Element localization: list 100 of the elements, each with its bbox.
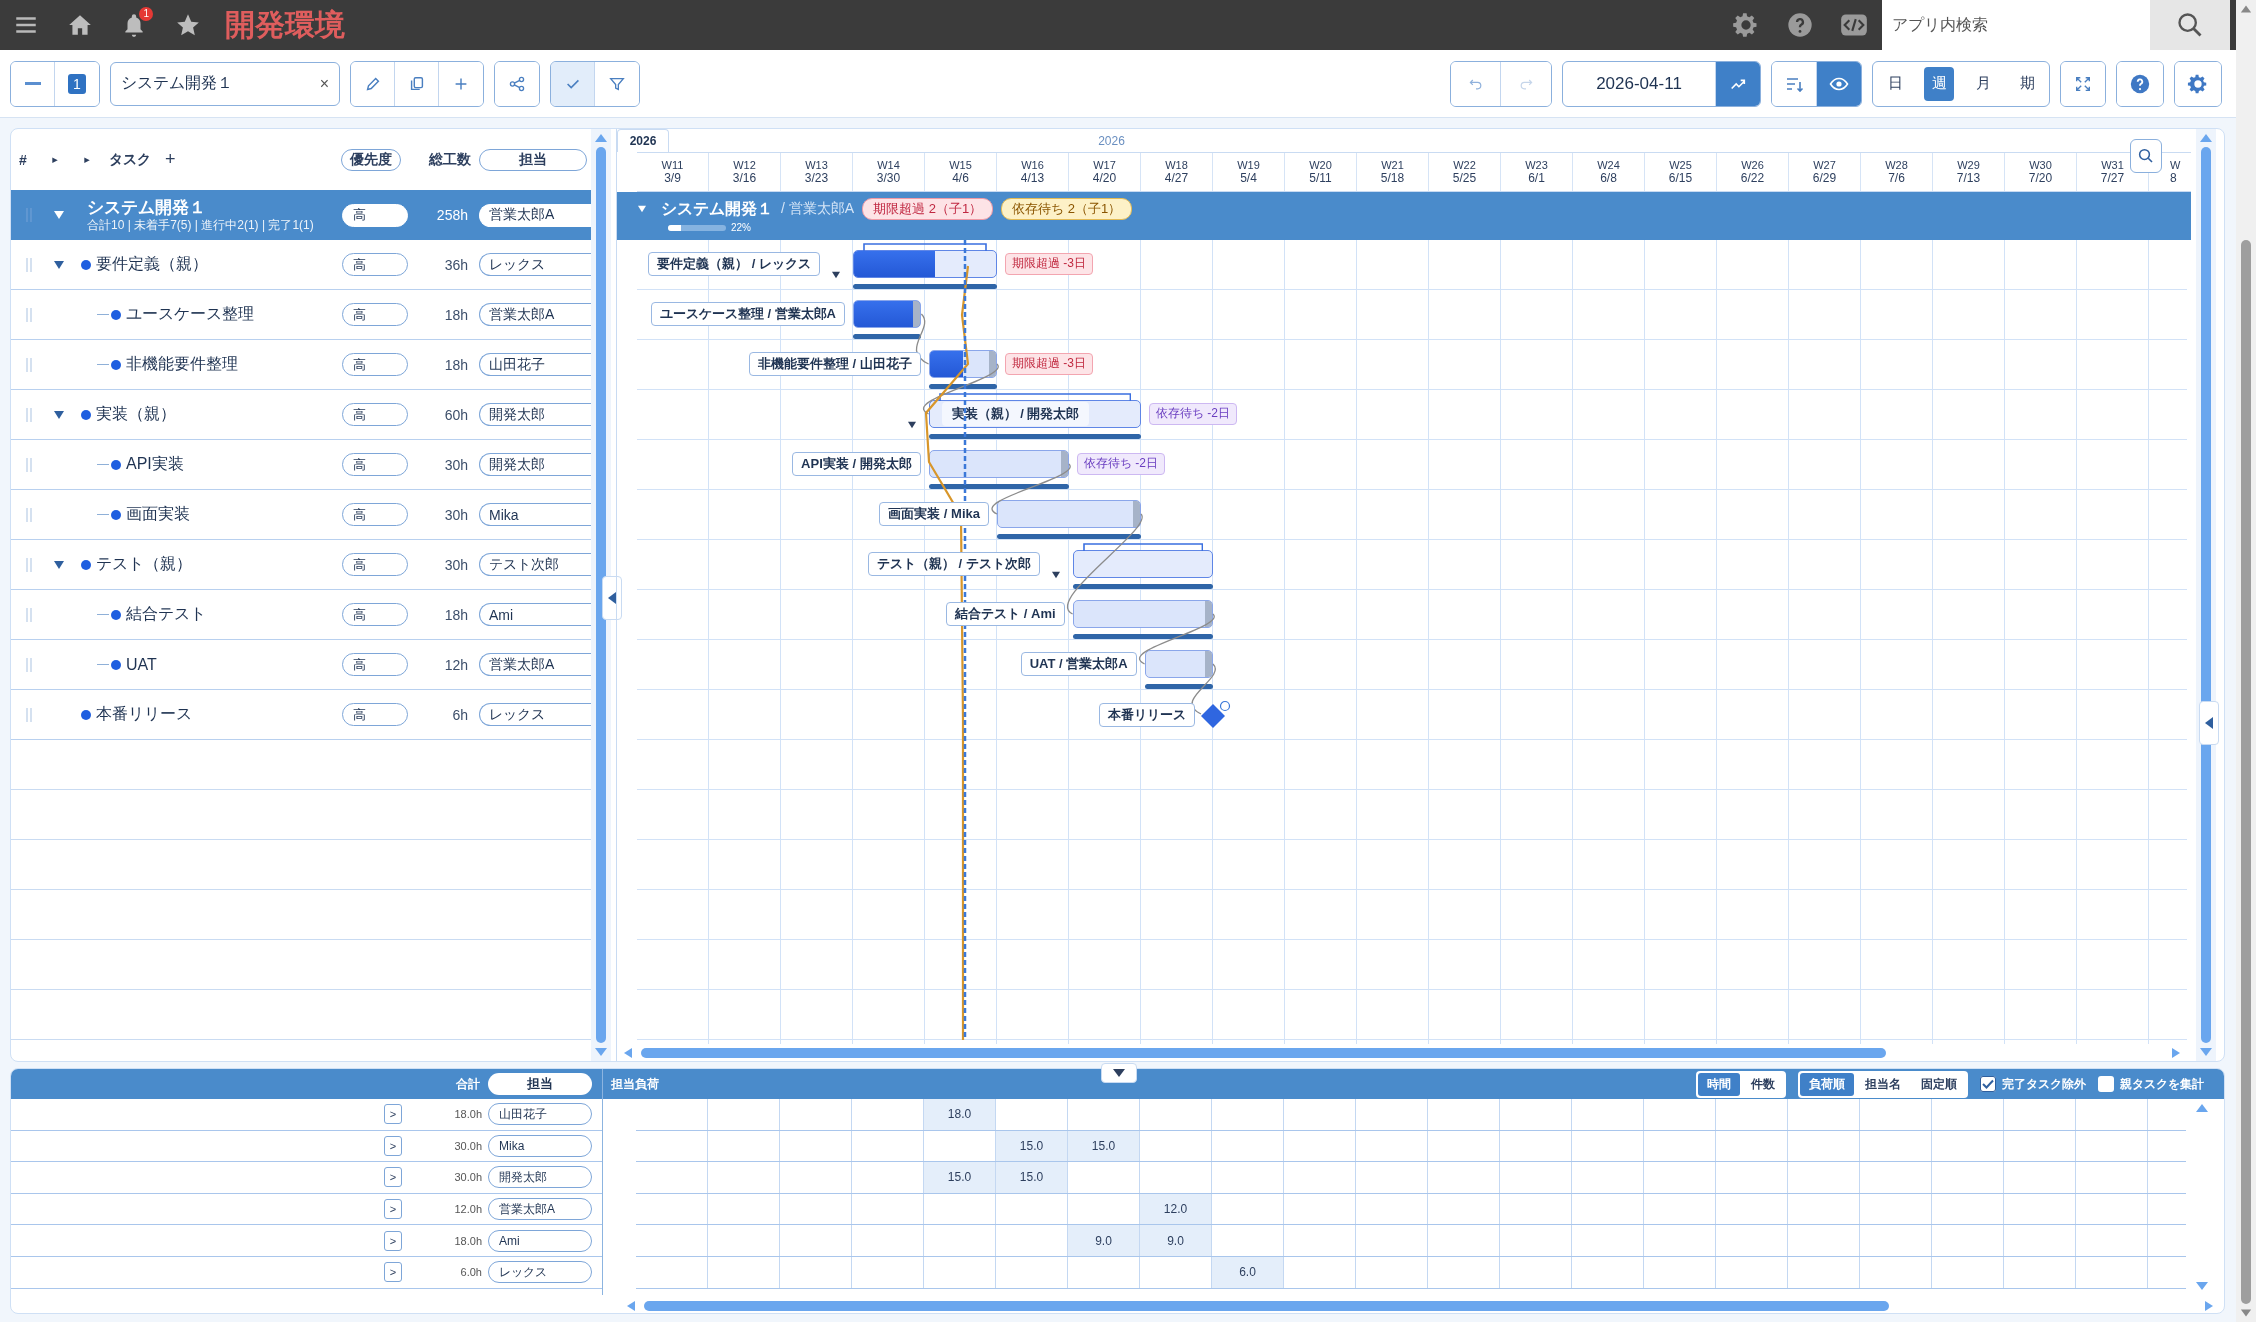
zoom-search-button[interactable] <box>2130 139 2162 173</box>
drag-handle-icon[interactable] <box>26 606 32 623</box>
settings-icon[interactable] <box>1732 11 1760 39</box>
scroll-right-icon[interactable] <box>2171 1046 2181 1059</box>
scroll-down-icon[interactable] <box>594 1047 608 1057</box>
star-icon[interactable] <box>175 12 201 38</box>
bar-end-handle[interactable] <box>1205 600 1212 627</box>
search-field[interactable]: アプリ内検索 <box>1882 0 2150 50</box>
expand-button[interactable]: > <box>384 1135 402 1156</box>
scroll-left-icon[interactable] <box>623 1046 633 1059</box>
scrollbar-thumb[interactable] <box>644 1300 1889 1311</box>
fullscreen-button[interactable] <box>2061 61 2105 106</box>
bar-end-handle[interactable] <box>1205 650 1212 677</box>
checkbox-label[interactable]: 完了タスク除外 <box>2002 1075 2086 1093</box>
task-bar[interactable] <box>928 349 997 378</box>
caret-icon[interactable] <box>906 420 917 429</box>
caret-icon[interactable] <box>1050 570 1061 579</box>
bar-end-handle[interactable] <box>1133 500 1140 527</box>
drag-handle-icon[interactable] <box>26 706 32 723</box>
project-band[interactable]: システム開発１ / 営業太郎A 期限超過 2（子1） 依存待ち 2（子1） 22% <box>617 191 2191 240</box>
task-bar[interactable]: 実装（親） / 開発太郎 <box>928 399 1141 428</box>
assignee-field[interactable]: 営業太郎A <box>479 203 591 227</box>
drag-handle-icon[interactable] <box>26 406 32 423</box>
caret-icon[interactable] <box>53 259 65 270</box>
drag-handle-icon[interactable] <box>26 456 32 473</box>
caret-icon[interactable] <box>53 559 65 570</box>
search-button[interactable] <box>2150 0 2230 50</box>
scroll-down-icon[interactable] <box>2240 1308 2252 1318</box>
task-name[interactable]: 非機能要件整理 <box>126 354 238 375</box>
scrollbar-thumb[interactable] <box>2241 240 2251 1304</box>
scrollbar-thumb[interactable] <box>641 1047 1886 1058</box>
expand-arrow[interactable]: ▸ <box>71 153 103 166</box>
task-name[interactable]: API実装 <box>126 454 184 475</box>
scrollbar-thumb[interactable] <box>2201 147 2211 1043</box>
collapse-button[interactable] <box>11 61 55 106</box>
scrollbar-thumb[interactable] <box>596 147 606 1043</box>
add-task-button[interactable]: + <box>165 149 176 170</box>
task-bar[interactable] <box>928 449 1069 478</box>
sort-button[interactable] <box>1772 61 1817 106</box>
checkbox[interactable] <box>1980 1076 1996 1092</box>
scrollbar[interactable] <box>591 129 611 1061</box>
undo-button[interactable] <box>1451 61 1501 106</box>
settings-button[interactable] <box>2175 61 2221 106</box>
check-toggle[interactable] <box>551 61 595 106</box>
drag-handle-icon[interactable] <box>26 556 32 573</box>
page-scrollbar[interactable] <box>2236 0 2256 1322</box>
task-name[interactable]: 本番リリース <box>96 704 192 725</box>
caret-icon[interactable] <box>53 409 65 420</box>
view-tab[interactable]: 週 <box>1924 66 1954 101</box>
clear-button[interactable]: × <box>319 74 329 93</box>
collapse-panel-button[interactable] <box>602 576 622 620</box>
scroll-up-icon[interactable] <box>2195 1103 2209 1113</box>
visibility-toggle[interactable] <box>1817 61 1861 106</box>
scroll-up-icon[interactable] <box>2199 133 2213 143</box>
task-bar[interactable] <box>853 299 922 328</box>
scroll-up-icon[interactable] <box>594 133 608 143</box>
bar-end-handle[interactable] <box>1061 450 1068 477</box>
unit-option[interactable]: 時間 <box>1698 1072 1740 1096</box>
bar-end-handle[interactable] <box>913 300 921 327</box>
task-name[interactable]: ユースケース整理 <box>126 304 254 325</box>
scroll-down-icon[interactable] <box>2199 1047 2213 1057</box>
task-name[interactable]: 画面実装 <box>126 504 190 525</box>
scroll-left-icon[interactable] <box>626 1299 636 1312</box>
help-icon[interactable] <box>1786 11 1814 39</box>
scrollbar[interactable] <box>2196 129 2216 1061</box>
scroll-right-icon[interactable] <box>2204 1299 2214 1312</box>
edit-button[interactable] <box>351 61 395 106</box>
expand-button[interactable]: > <box>384 1167 402 1188</box>
checkbox[interactable] <box>2098 1076 2114 1092</box>
trend-button[interactable] <box>1716 61 1760 106</box>
bar-end-handle[interactable] <box>989 350 996 377</box>
task-name[interactable]: 結合テスト <box>126 604 206 625</box>
scroll-up-icon[interactable] <box>2240 4 2252 14</box>
task-name[interactable]: テスト（親） <box>96 554 192 575</box>
collapse-panel-button[interactable] <box>2199 701 2219 745</box>
task-name[interactable]: 実装（親） <box>96 404 176 425</box>
expand-button[interactable]: > <box>384 1104 402 1125</box>
assignee-header[interactable]: 担当 <box>488 1073 592 1095</box>
drag-handle-icon[interactable] <box>26 506 32 523</box>
checkbox-label[interactable]: 親タスクを集計 <box>2120 1075 2204 1093</box>
expand-button[interactable]: > <box>384 1262 402 1283</box>
drag-handle-icon[interactable] <box>26 656 32 673</box>
task-name[interactable]: 要件定義（親） <box>96 254 208 275</box>
collapse-panel-button[interactable] <box>1101 1063 1137 1083</box>
project-row[interactable]: システム開発１ 合計10 | 未着手7(5) | 進行中2(1) | 完了1(1) 高 258h 営業太郎A <box>11 190 591 240</box>
expand-button[interactable]: > <box>384 1199 402 1220</box>
expand-button[interactable]: > <box>384 1230 402 1251</box>
help-button[interactable] <box>2117 61 2163 106</box>
expand-arrow[interactable]: ▸ <box>39 153 71 166</box>
year-tab[interactable]: 2026 <box>617 129 669 152</box>
caret-icon[interactable] <box>831 270 841 279</box>
task-name[interactable]: UAT <box>126 655 157 674</box>
project-select[interactable]: システム開発１ × <box>110 61 340 106</box>
priority-tag[interactable]: 高 <box>342 203 408 227</box>
task-bar[interactable] <box>853 249 997 278</box>
drag-handle-icon[interactable] <box>26 306 32 323</box>
sort-option[interactable]: 負荷順 <box>1800 1072 1854 1096</box>
share-button[interactable] <box>495 61 539 106</box>
scroll-down-icon[interactable] <box>2195 1281 2209 1291</box>
drag-handle-icon[interactable] <box>26 356 32 373</box>
